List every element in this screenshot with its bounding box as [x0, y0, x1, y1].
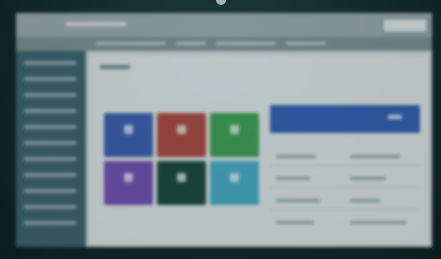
sidebar-item[interactable] — [24, 173, 76, 177]
detail-row-value — [350, 221, 406, 224]
monitor-bezel — [0, 0, 441, 259]
detail-row-label — [276, 155, 316, 158]
sidebar — [16, 51, 86, 247]
menu-item[interactable] — [216, 42, 276, 45]
panel-value-blurred — [388, 115, 402, 119]
tile-icon — [230, 173, 239, 182]
sidebar-item[interactable] — [24, 141, 76, 145]
dashboard-tile[interactable] — [104, 113, 153, 157]
menu-bar — [16, 37, 432, 51]
sidebar-item[interactable] — [24, 77, 76, 81]
menu-item[interactable] — [176, 42, 206, 45]
monitor-screen — [16, 13, 432, 247]
tile-icon — [177, 173, 186, 182]
sidebar-item[interactable] — [24, 189, 76, 193]
sidebar-item[interactable] — [24, 93, 76, 97]
section-title-blurred — [100, 65, 130, 69]
dashboard-tile[interactable] — [157, 113, 206, 157]
sidebar-item[interactable] — [24, 61, 76, 65]
sidebar-item[interactable] — [24, 109, 76, 113]
app-header — [16, 13, 432, 37]
tile-icon — [124, 125, 133, 134]
webcam-icon — [216, 0, 226, 5]
detail-row-label — [276, 199, 320, 202]
sidebar-item[interactable] — [24, 205, 76, 209]
sidebar-item[interactable] — [24, 221, 76, 225]
dashboard-tile[interactable] — [210, 161, 259, 205]
tile-icon — [124, 173, 133, 182]
dashboard-tile[interactable] — [157, 161, 206, 205]
app-title-blurred — [66, 22, 126, 26]
divider — [270, 187, 420, 188]
detail-row-value — [350, 155, 400, 158]
tile-icon — [230, 125, 239, 134]
detail-row-value — [350, 177, 386, 180]
tile-icon — [177, 125, 186, 134]
dashboard-tile[interactable] — [210, 113, 259, 157]
detail-row-value — [350, 199, 380, 202]
header-action-button[interactable] — [382, 18, 428, 33]
divider — [270, 165, 420, 166]
dashboard-tile[interactable] — [104, 161, 153, 205]
divider — [270, 209, 420, 210]
detail-row-label — [276, 221, 314, 224]
detail-row-label — [276, 177, 310, 180]
menu-item[interactable] — [96, 42, 166, 45]
menu-item[interactable] — [286, 42, 326, 45]
highlight-panel[interactable] — [270, 105, 420, 133]
sidebar-item[interactable] — [24, 157, 76, 161]
sidebar-item[interactable] — [24, 125, 76, 129]
main-content — [90, 55, 428, 245]
